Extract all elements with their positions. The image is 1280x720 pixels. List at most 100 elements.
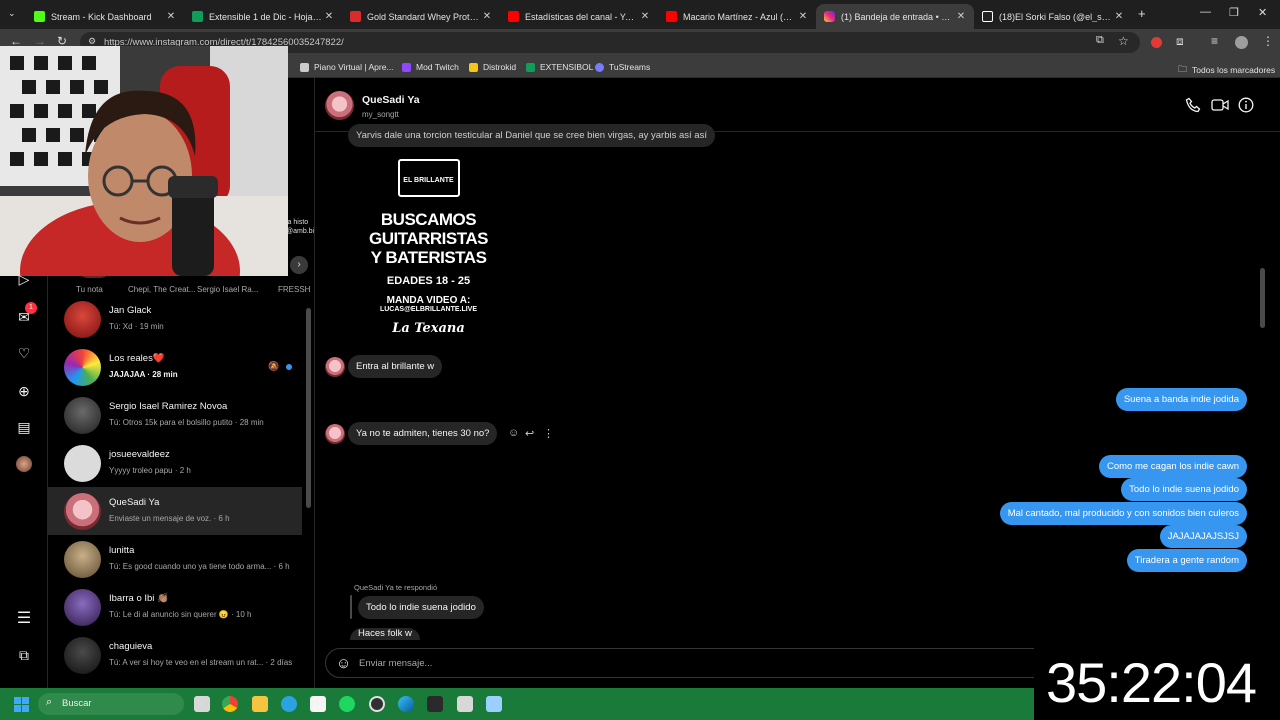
contact-name[interactable]: QueSadi Ya: [362, 94, 420, 106]
message-outgoing[interactable]: JAJAJAJAJSJSJ: [1159, 525, 1247, 548]
profile-avatar[interactable]: [16, 456, 32, 472]
message-outgoing[interactable]: Todo lo indie suena jodido: [1121, 478, 1247, 501]
new-tab-icon[interactable]: +: [1138, 6, 1146, 21]
sender-avatar[interactable]: [325, 424, 345, 444]
epic-games-icon[interactable]: [427, 696, 443, 712]
media-controls-icon[interactable]: ≡: [1211, 34, 1218, 48]
chat-list-item[interactable]: josueevaldeez Yyyyy troleo papu · 2 h: [48, 439, 302, 487]
reply-icon[interactable]: ↩: [525, 427, 534, 440]
calculator-icon[interactable]: [457, 696, 473, 712]
minimize-icon[interactable]: —: [1200, 6, 1211, 18]
task-view-icon[interactable]: [194, 696, 210, 712]
all-bookmarks-folder[interactable]: 🗀 Todos los marcadores: [1178, 62, 1275, 78]
close-tab-icon[interactable]: ✕: [796, 11, 810, 22]
close-tab-icon[interactable]: ✕: [164, 11, 178, 22]
message-outgoing[interactable]: Tiradera a gente random: [1126, 549, 1247, 572]
extensions-icon[interactable]: ⧈: [1176, 34, 1184, 49]
threads-icon[interactable]: ⧉: [15, 646, 33, 664]
taskbar-search[interactable]: ⌕ Buscar: [38, 693, 184, 715]
close-tab-icon[interactable]: ✕: [954, 11, 968, 22]
note-label[interactable]: FRESSH: [278, 285, 310, 294]
message-input[interactable]: Enviar mensaje...: [359, 658, 432, 669]
react-emoji-icon[interactable]: ☺: [508, 427, 519, 439]
browser-tab[interactable]: Stream - Kick Dashboard ✕: [26, 4, 184, 29]
bookmark-item[interactable]: Piano Virtual | Apre...: [300, 62, 394, 72]
sheets-icon: [526, 62, 535, 72]
browser-menu-icon[interactable]: ⋮: [1262, 34, 1274, 48]
instagram-favicon-icon: [824, 11, 835, 22]
sender-avatar[interactable]: [325, 357, 345, 377]
chat-list-item[interactable]: lunitta Tú: Es good cuando uno ya tiene …: [48, 535, 302, 583]
capcut-icon[interactable]: [310, 696, 326, 712]
distrokid-icon: [469, 62, 478, 72]
chat-list-item[interactable]: Los reales❤️ JAJAJAA · 28 min 🔕: [48, 343, 302, 391]
folder-icon: 🗀: [1178, 64, 1188, 74]
info-icon[interactable]: [1238, 97, 1254, 113]
restore-icon[interactable]: ❐: [1229, 6, 1239, 19]
notification-badge: 1: [25, 302, 37, 314]
shared-image-post[interactable]: EL BRILLANTE BUSCAMOS GUITARRISTAS Y BAT…: [356, 147, 501, 343]
heart-icon[interactable]: ♡: [15, 344, 33, 362]
extension-red-icon[interactable]: [1151, 37, 1162, 48]
bookmark-item[interactable]: Mod Twitch: [402, 62, 459, 72]
edge-icon[interactable]: [398, 696, 414, 712]
contact-avatar[interactable]: [325, 91, 354, 120]
bookmark-item[interactable]: TuStreams: [595, 62, 650, 72]
browser-tab-active[interactable]: (1) Bandeja de entrada • Chats ✕: [816, 4, 974, 29]
chrome-icon[interactable]: [222, 696, 238, 712]
message-outgoing[interactable]: Como me cagan los indie cawn: [1098, 455, 1247, 478]
browser-tab[interactable]: Macario Martínez - Azul (Video ✕: [658, 4, 816, 29]
bookmark-star-icon[interactable]: ☆: [1118, 34, 1129, 48]
youtube-favicon-icon: [508, 11, 519, 22]
streaming-app-icon[interactable]: [486, 696, 502, 712]
notes-next-icon[interactable]: ›: [290, 256, 308, 274]
bookmark-item[interactable]: EXTENSIBOL: [526, 62, 593, 72]
chat-list-item[interactable]: Ibarra o Ibi 👏🏽 Tú: Le di al anuncio sin…: [48, 583, 302, 631]
close-tab-icon[interactable]: ✕: [638, 11, 652, 22]
browser-tab[interactable]: Extensible 1 de Dic - Hojas de cálculo✕: [184, 4, 342, 29]
phone-icon[interactable]: [1185, 97, 1201, 113]
bookmark-item[interactable]: Distrokid: [469, 62, 516, 72]
message-incoming[interactable]: Ya no te admiten, tienes 30 no?: [348, 422, 498, 445]
obs-icon[interactable]: [369, 696, 385, 712]
profile-avatar[interactable]: [1235, 36, 1248, 49]
message-incoming[interactable]: Yarvis dale una torcion testicular al Da…: [348, 124, 715, 147]
message-incoming[interactable]: Entra al brillante w: [348, 355, 443, 378]
close-tab-icon[interactable]: ✕: [322, 11, 336, 22]
create-icon[interactable]: ⊕: [15, 382, 33, 400]
quoted-message[interactable]: Todo lo indie suena jodido: [358, 596, 484, 619]
message-incoming[interactable]: Haces folk w: [350, 628, 420, 640]
note-label[interactable]: Chepi, The Creat...: [128, 285, 195, 294]
chat-list-item[interactable]: Sergio Isael Ramirez Novoa Tú: Otros 15k…: [48, 391, 302, 439]
chat-list-item-selected[interactable]: QueSadi Ya Enviaste un mensaje de voz. ·…: [48, 487, 302, 535]
telegram-icon[interactable]: [281, 696, 297, 712]
avatar: [64, 637, 101, 674]
dashboard-icon[interactable]: ▤: [15, 418, 33, 436]
search-icon: ⌕: [46, 696, 53, 708]
emoji-picker-icon[interactable]: ☺: [336, 655, 351, 672]
close-tab-icon[interactable]: ✕: [480, 11, 494, 22]
message-outgoing[interactable]: Mal cantado, mal producido y con sonidos…: [999, 502, 1247, 525]
browser-tab[interactable]: Gold Standard Whey Proteína ✕: [342, 4, 500, 29]
chat-list-scrollbar[interactable]: [306, 308, 311, 508]
video-call-icon[interactable]: [1211, 97, 1229, 113]
conversation-scrollbar[interactable]: [1260, 268, 1265, 328]
note-label[interactable]: Tu nota: [76, 285, 103, 294]
message-outgoing[interactable]: Suena a banda indie jodida: [1115, 388, 1247, 411]
browser-tab[interactable]: (18)El Sorki Falso (@el_sorki) | TikTok✕: [974, 4, 1132, 29]
chat-list-item[interactable]: chaguieva Tú: A ver si hoy te veo en el …: [48, 631, 302, 679]
avatar: [64, 541, 101, 578]
install-app-icon[interactable]: ⧉: [1096, 34, 1104, 47]
more-options-icon[interactable]: ⋮: [543, 427, 554, 440]
tab-list-icon[interactable]: ⌄: [8, 8, 20, 20]
browser-tab[interactable]: Estadísticas del canal - YouTube✕: [500, 4, 658, 29]
window-close-icon[interactable]: ✕: [1258, 6, 1267, 19]
more-menu-icon[interactable]: ☰: [15, 610, 33, 628]
note-label[interactable]: Sergio Isael Ra...: [197, 285, 258, 294]
file-explorer-icon[interactable]: [252, 696, 268, 712]
close-tab-icon[interactable]: ✕: [1112, 11, 1126, 22]
windows-start-icon[interactable]: [14, 697, 29, 712]
chat-list-item[interactable]: Jan Glack Tú: Xd · 19 min: [48, 295, 302, 343]
messenger-icon[interactable]: ✉ 1: [15, 302, 37, 326]
spotify-icon[interactable]: [339, 696, 355, 712]
